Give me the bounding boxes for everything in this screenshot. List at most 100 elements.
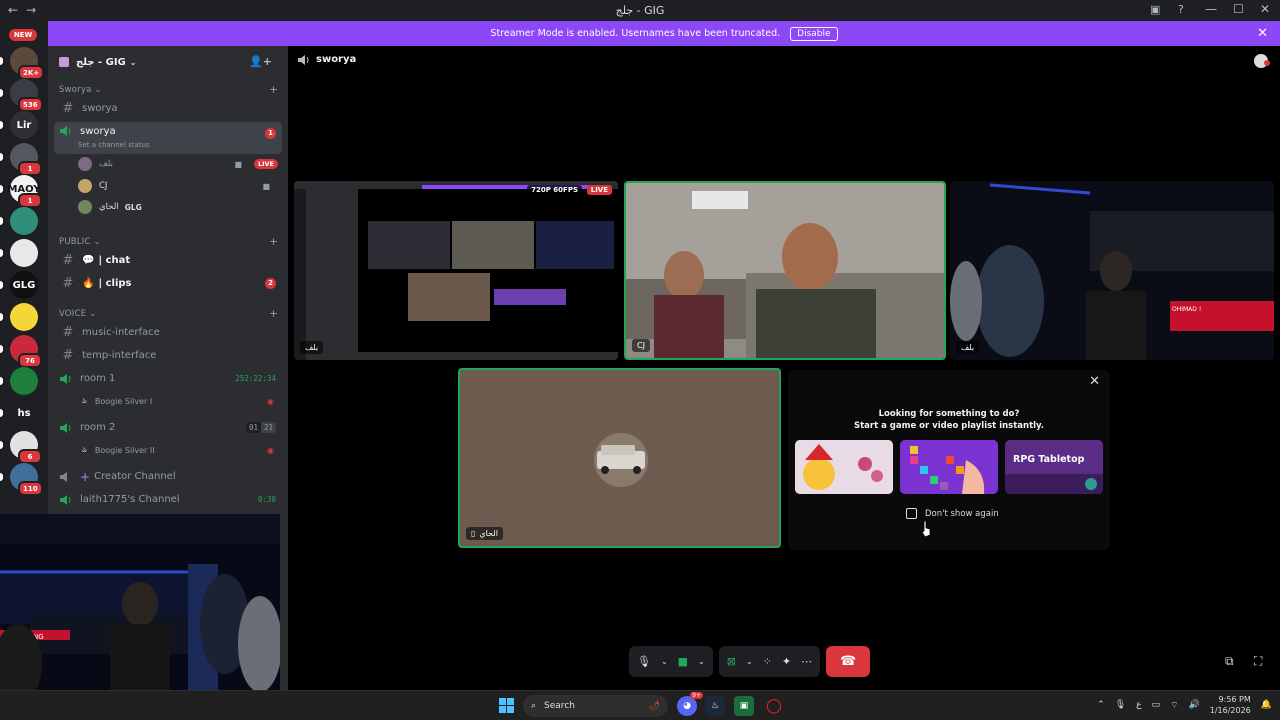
volume-icon[interactable]: 🔊 xyxy=(1189,700,1200,710)
popout-icon[interactable]: ⧉ xyxy=(1225,654,1234,669)
microphone-icon[interactable]: 🎙 xyxy=(637,655,651,668)
server-icon[interactable] xyxy=(10,207,38,235)
unread-pill xyxy=(0,89,3,97)
activity-card-rpg-tabletop[interactable]: RPG Tabletop xyxy=(1005,440,1103,494)
deafened-icon: ◉ xyxy=(267,445,274,455)
close-window-icon[interactable]: ✕ xyxy=(1260,2,1270,16)
xbox-app-icon[interactable]: ▣ xyxy=(734,696,754,716)
channel-room-2[interactable]: room 2 01 21 xyxy=(54,417,282,438)
taskbar-search[interactable]: ⌕ Search 🌶 xyxy=(523,695,668,717)
channel-sworya-voice[interactable]: sworya Set a channel status 1 xyxy=(54,122,282,154)
voice-user[interactable]: بلف ■ LIVE xyxy=(78,154,278,174)
camera-icon[interactable]: ■ xyxy=(678,655,688,668)
add-channel-icon[interactable]: + xyxy=(269,235,278,248)
dont-show-again[interactable]: Don't show again xyxy=(906,508,999,519)
notifications-icon[interactable]: 🔔 xyxy=(1261,700,1272,710)
call-header: sworya xyxy=(298,54,356,65)
channel-status[interactable]: Set a channel status xyxy=(78,141,150,149)
channel-label: room 1 xyxy=(80,373,116,384)
help-icon[interactable]: ? xyxy=(1178,3,1184,16)
unread-pill xyxy=(0,313,3,321)
fullscreen-icon[interactable]: ⛶ xyxy=(1254,654,1262,669)
webcam-tile-2[interactable]: OHIMAD ! بلف xyxy=(950,181,1274,360)
screenshare-options-chevron-icon[interactable]: ⌄ xyxy=(746,657,753,666)
inbox-icon[interactable]: ▣ xyxy=(1150,3,1160,16)
voice-user[interactable]: ঌ Boogie Silver II ◉ xyxy=(82,440,282,460)
unread-pill xyxy=(0,377,3,385)
category-sworya[interactable]: Sworya ⌄ + xyxy=(59,83,278,96)
minimize-icon[interactable]: — xyxy=(1205,2,1217,16)
add-channel-icon[interactable]: + xyxy=(269,83,278,96)
tray-expand-icon[interactable]: ⌃ xyxy=(1097,700,1105,710)
channel-label: room 2 xyxy=(80,422,116,433)
close-banner-icon[interactable]: ✕ xyxy=(1257,26,1268,41)
user-limit: 01 21 xyxy=(245,422,276,433)
activity-art xyxy=(1005,440,1103,494)
steam-app-icon[interactable]: ♨ xyxy=(705,696,725,716)
soundboard-icon[interactable]: ✦ xyxy=(782,655,791,668)
server-icon[interactable] xyxy=(10,239,38,267)
screenshare-tile[interactable]: 720P 60FPS LIVE بلف xyxy=(294,181,618,360)
category-public[interactable]: PUBLIC ⌄ + xyxy=(59,235,278,248)
channel-clips[interactable]: # 🔥 | clips 2 xyxy=(54,273,282,294)
channel-music-interface[interactable]: # music-interface xyxy=(54,322,282,343)
activity-card-2[interactable] xyxy=(900,440,998,494)
close-icon[interactable]: ✕ xyxy=(1089,374,1100,389)
channel-temp-interface[interactable]: # temp-interface xyxy=(54,345,282,366)
server-icon[interactable]: GLG xyxy=(10,271,38,299)
discord-app-icon[interactable]: ◕ 9+ xyxy=(677,692,703,716)
speaker-icon xyxy=(60,373,71,384)
unread-pill xyxy=(0,249,3,257)
channel-sworya-text[interactable]: # sworya xyxy=(54,98,282,119)
speaker-icon xyxy=(60,494,71,505)
room-sign: OHIMAD ! xyxy=(1172,306,1201,313)
camera-options-chevron-icon[interactable]: ⌄ xyxy=(698,657,705,666)
avatar-name: الحاي xyxy=(479,529,498,538)
channel-chat[interactable]: # 💬 | chat xyxy=(54,250,282,271)
channel-label: sworya xyxy=(82,103,118,114)
server-icon[interactable]: hs xyxy=(10,399,38,427)
channel-creator[interactable]: + Creator Channel xyxy=(54,466,282,487)
add-channel-icon[interactable]: + xyxy=(269,307,278,320)
webcam-video xyxy=(626,183,944,358)
start-icon[interactable] xyxy=(499,698,514,713)
mention-badge: 6 xyxy=(18,449,42,464)
category-label: Sworya xyxy=(59,85,92,95)
voice-user[interactable]: ঌ Boogie Silver I ◉ xyxy=(82,391,282,411)
members-icon[interactable] xyxy=(1254,54,1270,68)
opera-app-icon[interactable]: ◯ xyxy=(764,696,784,716)
server-icon[interactable] xyxy=(10,303,38,331)
avatar-name-tag: ▯ الحاي xyxy=(466,527,503,540)
screenshare-icon[interactable]: ⊠ xyxy=(727,655,736,668)
voice-user[interactable]: الحاي GLG xyxy=(78,197,278,217)
category-voice[interactable]: VOICE ⌄ + xyxy=(59,307,278,320)
activity-card-title: RPG Tabletop xyxy=(1013,454,1085,465)
disable-streamer-button[interactable]: Disable xyxy=(790,26,838,41)
disconnect-button[interactable]: ☎ xyxy=(826,646,871,677)
activities-icon[interactable]: ⁘ xyxy=(763,655,772,668)
channel-room-1[interactable]: room 1 252:22:34 xyxy=(54,368,282,389)
server-icon[interactable]: Lir xyxy=(10,111,38,139)
server-icon[interactable] xyxy=(10,367,38,395)
language-indicator[interactable]: ع xyxy=(1136,700,1141,710)
hash-icon: # xyxy=(62,253,74,268)
wifi-icon[interactable]: ⌔ xyxy=(1170,700,1178,711)
checkbox[interactable] xyxy=(906,508,917,519)
audio-video-controls: 🎙 ⌄ ■ ⌄ xyxy=(629,646,713,677)
channel-laith[interactable]: laith1775's Channel 0:38 xyxy=(54,489,282,510)
activity-art xyxy=(795,440,893,494)
more-options-icon[interactable]: ⋯ xyxy=(801,655,812,668)
mic-tray-icon[interactable]: 🎙 xyxy=(1115,700,1126,710)
activity-card-1[interactable] xyxy=(795,440,893,494)
avatar xyxy=(78,157,92,171)
mic-options-chevron-icon[interactable]: ⌄ xyxy=(661,657,668,666)
invite-icon[interactable]: 👤+ xyxy=(249,55,272,68)
server-header[interactable]: جلج - GIG ⌄ 👤+ xyxy=(48,46,288,78)
voice-user[interactable]: CJ ■ xyxy=(78,176,278,196)
server-label: GLG xyxy=(12,279,36,291)
network-icon[interactable]: ▭ xyxy=(1152,700,1161,710)
webcam-tile-cj[interactable]: CJ xyxy=(624,181,946,360)
maximize-icon[interactable]: ☐ xyxy=(1233,2,1244,16)
avatar-tile[interactable]: ▯ الحاي xyxy=(458,368,781,548)
clock[interactable]: 9:56 PM 1/16/2026 xyxy=(1210,694,1251,716)
